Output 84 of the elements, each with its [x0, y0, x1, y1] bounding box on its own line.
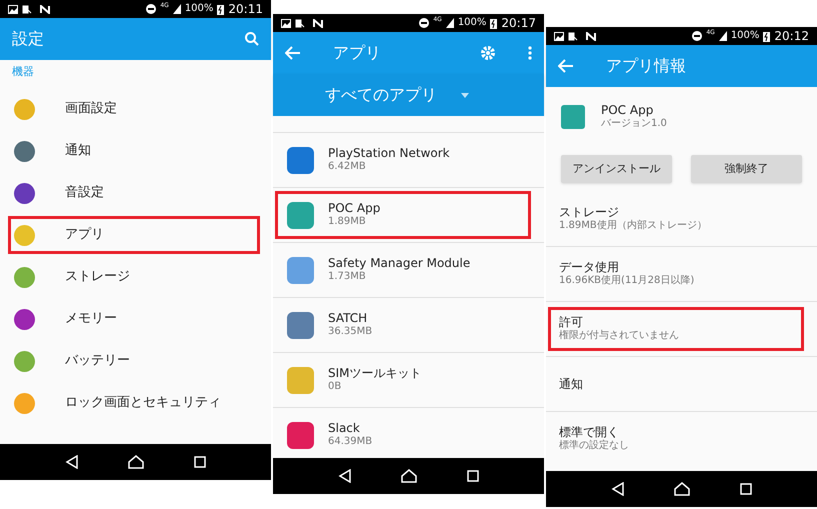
recents-icon[interactable] [194, 456, 206, 468]
signal-icon [718, 31, 727, 41]
row-title: データ使用 [559, 260, 620, 275]
info-row[interactable]: 標準で開く 標準の設定なし [548, 417, 804, 461]
image-icon [554, 32, 564, 40]
row-detail: 16.96KB使用(11月28日以降) [559, 275, 696, 288]
app-list-item[interactable]: SIMツールキット 0B [275, 356, 531, 404]
home-icon[interactable] [401, 469, 418, 483]
back-icon[interactable] [610, 482, 625, 496]
network-icon [586, 32, 596, 40]
home-icon[interactable] [128, 455, 144, 469]
back-arrow-icon[interactable] [285, 46, 301, 60]
clock: 20:11 [228, 3, 263, 15]
battery-charging-icon [763, 30, 770, 42]
recents-icon[interactable] [467, 470, 480, 482]
network-icon [40, 4, 50, 14]
app-list-item[interactable]: Safety Manager Module 1.73MB [275, 246, 531, 294]
app-size: 6.42MB [328, 161, 367, 174]
back-icon[interactable] [64, 455, 79, 469]
screen-title: アプリ [333, 42, 382, 64]
app-size: 0B [328, 381, 342, 394]
info-row[interactable]: 通知 [548, 362, 804, 406]
settings-item[interactable]: ロック画面とセキュリティ [8, 384, 260, 422]
app-list-item[interactable]: PlayStation Network 6.42MB [275, 136, 531, 184]
battery-percent: 100% [458, 18, 486, 28]
image-icon [8, 4, 18, 14]
signal-icon [446, 18, 454, 28]
home-icon[interactable] [674, 482, 690, 496]
do-not-disturb-icon [692, 31, 702, 41]
clock: 20:17 [501, 17, 536, 29]
app-name: Safety Manager Module [328, 256, 470, 272]
settings-item[interactable]: バッテリー [8, 342, 260, 380]
settings-item[interactable]: 通知 [8, 132, 260, 170]
app-size: 1.73MB [328, 271, 367, 284]
action-button[interactable]: アンインストール [561, 155, 672, 183]
action-button[interactable]: 強制終了 [691, 155, 802, 183]
info-row[interactable]: ストレージ 1.89MB使用（内部ストレージ） [548, 196, 804, 240]
screen-title: アプリ情報 [606, 55, 686, 77]
do-not-disturb-icon [419, 18, 430, 28]
network-icon [313, 18, 323, 28]
recents-icon[interactable] [740, 483, 752, 495]
section-header: 機器 [11, 64, 35, 80]
app-name: POC App [601, 103, 654, 118]
settings-item[interactable]: アプリ [8, 216, 260, 254]
signal-icon [172, 4, 181, 14]
app-size: 64.39MB [328, 436, 372, 449]
search-icon[interactable] [245, 32, 259, 46]
settings-icon[interactable] [480, 45, 496, 61]
row-detail: 権限が付与されていません [559, 330, 680, 343]
row-detail: 1.89MB使用（内部ストレージ） [559, 220, 708, 232]
back-arrow-icon[interactable] [558, 59, 574, 73]
app-name: SIMツールキット [328, 366, 422, 382]
settings-item[interactable]: ストレージ [8, 258, 260, 296]
app-list-item[interactable]: POC App 1.89MB [275, 191, 531, 239]
back-icon[interactable] [338, 469, 352, 483]
more-options-icon[interactable] [528, 46, 532, 60]
app-list-item[interactable]: SATCH 36.35MB [275, 301, 531, 349]
row-title: 許可 [559, 315, 584, 330]
screen-title: 設定 [12, 28, 44, 50]
app-size: 36.35MB [328, 326, 372, 339]
settings-item[interactable]: メモリー [8, 300, 260, 338]
app-name: PlayStation Network [328, 146, 450, 162]
app-name: Slack [328, 421, 361, 436]
app-version: バージョン1.0 [601, 118, 667, 131]
row-title: 標準で開く [559, 425, 620, 440]
clock: 20:12 [774, 30, 809, 42]
settings-item[interactable]: 音設定 [8, 174, 260, 212]
image-icon [281, 18, 291, 28]
row-detail: 標準の設定なし [559, 440, 630, 453]
battery-charging-icon [490, 18, 498, 28]
app-size: 1.89MB [328, 216, 367, 229]
info-row[interactable]: データ使用 16.96KB使用(11月28日以降) [548, 252, 804, 296]
battery-percent: 100% [730, 31, 760, 41]
row-title: ストレージ [559, 204, 620, 220]
do-not-disturb-icon [146, 4, 156, 14]
app-name: SATCH [328, 311, 368, 326]
app-icon [561, 105, 585, 129]
battery-charging-icon [217, 4, 224, 14]
info-row[interactable]: 許可 権限が付与されていません [548, 307, 804, 351]
row-title: 通知 [559, 376, 584, 392]
app-name: POC App [328, 201, 380, 216]
battery-percent: 100% [184, 4, 214, 14]
settings-item[interactable]: 画面設定 [8, 90, 260, 128]
app-list-item[interactable]: Slack 64.39MB [275, 411, 531, 458]
